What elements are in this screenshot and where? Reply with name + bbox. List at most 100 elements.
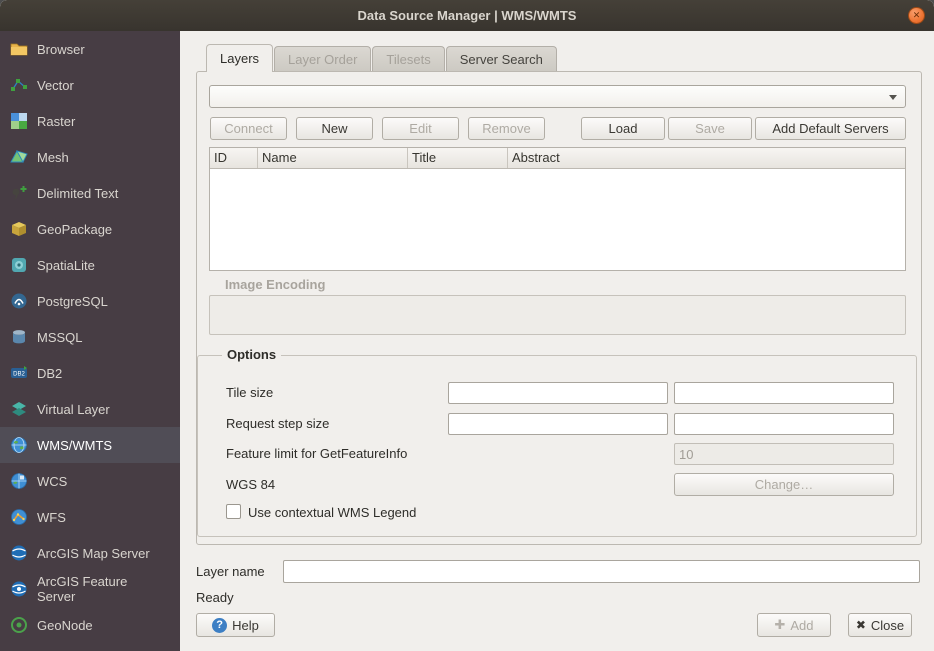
request-step-height-input[interactable] [674, 413, 894, 435]
close-button-label: Close [871, 618, 904, 633]
tab-layer-order: Layer Order [274, 46, 371, 72]
layers-table-header: ID Name Title Abstract [210, 148, 905, 169]
dropdown-arrow-icon [889, 95, 897, 100]
window-close-button[interactable]: ✕ [908, 7, 925, 24]
contextual-legend-checkbox[interactable] [226, 504, 241, 519]
change-crs-button: Change… [674, 473, 894, 496]
help-button[interactable]: ? Help [196, 613, 275, 637]
sidebar-item-label: Virtual Layer [37, 402, 110, 417]
arcgis-map-server-icon [10, 544, 28, 562]
sidebar-item-label: PostgreSQL [37, 294, 108, 309]
sidebar-item-browser[interactable]: Browser [0, 31, 180, 67]
add-icon: ✚ [774, 617, 785, 633]
source-type-sidebar: Browser Vector Raster Mesh Delimited Tex… [0, 31, 180, 651]
sidebar-item-virtual-layer[interactable]: Virtual Layer [0, 391, 180, 427]
sidebar-item-label: SpatiaLite [37, 258, 95, 273]
load-button[interactable]: Load [581, 117, 665, 140]
layer-name-label: Layer name [196, 564, 265, 579]
sidebar-item-wms-wmts[interactable]: WMS/WMTS [0, 427, 180, 463]
column-header-abstract[interactable]: Abstract [508, 148, 905, 168]
spatialite-icon [10, 256, 28, 274]
column-header-title[interactable]: Title [408, 148, 508, 168]
tab-tilesets: Tilesets [372, 46, 444, 72]
request-step-width-input[interactable] [448, 413, 668, 435]
sidebar-item-mssql[interactable]: MSSQL [0, 319, 180, 355]
globe-wfs-icon [10, 508, 28, 526]
sidebar-item-label: WMS/WMTS [37, 438, 112, 453]
column-header-id[interactable]: ID [210, 148, 258, 168]
data-source-manager-window: Data Source Manager | WMS/WMTS ✕ Browser… [0, 0, 934, 651]
tile-size-label: Tile size [226, 385, 273, 400]
layer-name-input[interactable] [283, 560, 920, 583]
geopackage-icon [10, 220, 28, 238]
sidebar-item-label: Mesh [37, 150, 69, 165]
sidebar-item-postgresql[interactable]: PostgreSQL [0, 283, 180, 319]
sidebar-item-raster[interactable]: Raster [0, 103, 180, 139]
sidebar-item-label: MSSQL [37, 330, 83, 345]
postgresql-icon [10, 292, 28, 310]
connect-button: Connect [210, 117, 287, 140]
sidebar-item-label: Raster [37, 114, 75, 129]
connection-select[interactable] [209, 85, 906, 108]
sidebar-item-wcs[interactable]: WCS [0, 463, 180, 499]
mssql-icon [10, 328, 28, 346]
sidebar-item-label: GeoPackage [37, 222, 112, 237]
tab-layers[interactable]: Layers [206, 44, 273, 72]
new-button[interactable]: New [296, 117, 373, 140]
help-icon: ? [212, 618, 227, 633]
tab-server-search[interactable]: Server Search [446, 46, 557, 72]
sidebar-item-spatialite[interactable]: SpatiaLite [0, 247, 180, 283]
window-close-icon: ✕ [913, 11, 921, 20]
sidebar-item-geonode[interactable]: GeoNode [0, 607, 180, 643]
sidebar-item-label: GeoNode [37, 618, 93, 633]
globe-wms-icon [10, 436, 28, 454]
mesh-icon [10, 148, 28, 166]
db2-icon: DB2 [10, 364, 28, 382]
sidebar-item-label: WFS [37, 510, 66, 525]
titlebar[interactable]: Data Source Manager | WMS/WMTS ✕ [0, 0, 934, 32]
request-step-label: Request step size [226, 416, 329, 431]
sidebar-item-label: Delimited Text [37, 186, 118, 201]
image-encoding-panel [209, 295, 906, 335]
add-button-label: Add [790, 618, 813, 633]
vector-icon [10, 76, 28, 94]
column-header-name[interactable]: Name [258, 148, 408, 168]
geonode-icon [10, 616, 28, 634]
image-encoding-title: Image Encoding [225, 277, 325, 292]
contextual-legend-label: Use contextual WMS Legend [248, 505, 416, 520]
sidebar-item-label: ArcGIS Feature Server [37, 574, 165, 604]
options-group: Options Tile size Request step size Feat… [197, 355, 917, 537]
sidebar-item-delimited-text[interactable]: Delimited Text [0, 175, 180, 211]
sidebar-item-wfs[interactable]: WFS [0, 499, 180, 535]
close-button[interactable]: ✖ Close [848, 613, 912, 637]
sidebar-item-db2[interactable]: DB2 DB2 [0, 355, 180, 391]
add-default-servers-button[interactable]: Add Default Servers [755, 117, 906, 140]
virtual-layer-icon [10, 400, 28, 418]
sidebar-item-geopackage[interactable]: GeoPackage [0, 211, 180, 247]
save-button: Save [668, 117, 752, 140]
sidebar-item-vector[interactable]: Vector [0, 67, 180, 103]
svg-text:DB2: DB2 [13, 372, 25, 378]
crs-label: WGS 84 [226, 477, 275, 492]
sidebar-item-label: DB2 [37, 366, 62, 381]
tile-size-width-input[interactable] [448, 382, 668, 404]
close-icon: ✖ [856, 618, 866, 632]
sidebar-item-label: Browser [37, 42, 85, 57]
options-title: Options [222, 347, 281, 362]
help-button-label: Help [232, 618, 259, 633]
layers-table[interactable]: ID Name Title Abstract [209, 147, 906, 271]
sidebar-item-label: WCS [37, 474, 67, 489]
feature-limit-label: Feature limit for GetFeatureInfo [226, 446, 407, 461]
sidebar-item-arcgis-feature-server[interactable]: ArcGIS Feature Server [0, 571, 180, 607]
tab-bar: Layers Layer Order Tilesets Server Searc… [206, 46, 558, 72]
feature-limit-input [674, 443, 894, 465]
comma-icon [10, 184, 28, 202]
sidebar-item-arcgis-map-server[interactable]: ArcGIS Map Server [0, 535, 180, 571]
tile-size-height-input[interactable] [674, 382, 894, 404]
arcgis-feature-server-icon [10, 580, 28, 598]
edit-button: Edit [382, 117, 459, 140]
window-title: Data Source Manager | WMS/WMTS [358, 8, 577, 23]
status-text: Ready [196, 590, 234, 605]
sidebar-item-mesh[interactable]: Mesh [0, 139, 180, 175]
globe-wcs-icon [10, 472, 28, 490]
